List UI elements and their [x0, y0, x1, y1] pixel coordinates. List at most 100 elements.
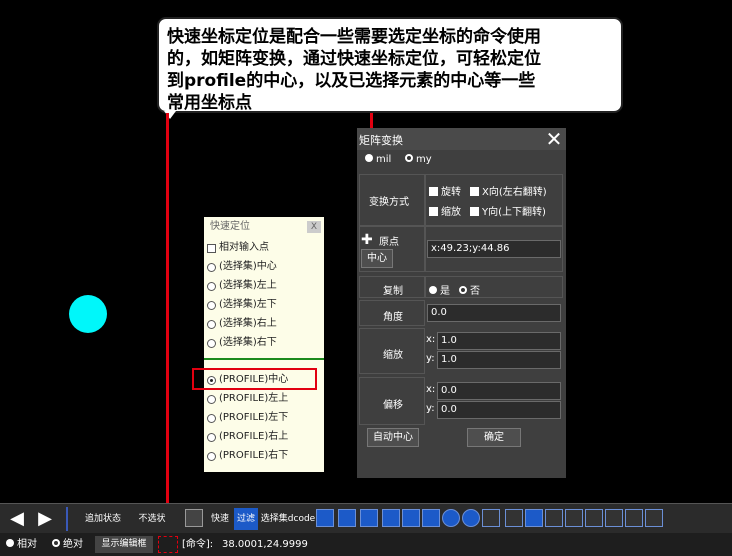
- selection-dcode-button[interactable]: 选择集dcode: [260, 508, 316, 530]
- grid-icon-6[interactable]: [625, 509, 643, 527]
- radio-icon[interactable]: [207, 413, 216, 423]
- confirm-button[interactable]: 确定: [467, 428, 521, 447]
- selection-top-left-option[interactable]: (选择集)左上: [207, 278, 277, 294]
- filter-button[interactable]: 过滤: [234, 508, 258, 530]
- quick-panel-title-text: 快速定位: [210, 221, 250, 232]
- radio-icon[interactable]: [52, 539, 60, 547]
- copy-yes-radio[interactable]: 是: [429, 282, 450, 297]
- circle-tool-icon[interactable]: [338, 509, 356, 527]
- offset-y-input[interactable]: 0.0: [437, 401, 561, 419]
- flip-y-checkbox-row[interactable]: Y向(上下翻转): [470, 203, 546, 218]
- radio-icon[interactable]: [207, 300, 216, 310]
- rotate-checkbox[interactable]: [429, 187, 438, 196]
- offset-x-input[interactable]: 0.0: [437, 382, 561, 400]
- coordinate-readout: 38.0001,24.9999: [222, 539, 308, 550]
- option-label: (选择集)中心: [219, 261, 277, 272]
- radio-selected-icon[interactable]: [6, 539, 14, 547]
- profile-bottom-right-option[interactable]: (PROFILE)右下: [207, 448, 288, 464]
- auto-center-button[interactable]: 自动中心: [367, 428, 419, 447]
- origin-input[interactable]: x:49.23;y:44.86: [427, 240, 561, 258]
- edit-box-icon[interactable]: [158, 536, 178, 553]
- selection-bottom-right-option[interactable]: (选择集)右下: [207, 335, 277, 351]
- copy-no-radio[interactable]: 否: [459, 282, 480, 297]
- radio-icon[interactable]: [459, 286, 467, 294]
- copy-label: 复制: [383, 286, 403, 297]
- flip-y-checkbox[interactable]: [470, 207, 479, 216]
- scale-checkbox[interactable]: [429, 207, 438, 216]
- quick-panel-close-button[interactable]: X: [307, 221, 321, 233]
- scale-checkbox-row[interactable]: 缩放: [429, 203, 461, 218]
- text-tool-icon[interactable]: [402, 509, 420, 527]
- grid-icon[interactable]: [505, 509, 523, 527]
- red-arrow-line-left: [166, 113, 169, 513]
- radio-selected-icon[interactable]: [365, 154, 373, 162]
- line-tool-icon[interactable]: [316, 509, 334, 527]
- radio-icon[interactable]: [207, 262, 216, 272]
- relative-input-checkbox[interactable]: [207, 243, 216, 253]
- grid-select-icon[interactable]: [525, 509, 543, 527]
- fast-button[interactable]: 快速: [208, 508, 232, 530]
- radio-selected-icon[interactable]: [429, 286, 437, 294]
- forward-arrow-icon[interactable]: ▶: [34, 508, 56, 530]
- quick-position-panel: 快速定位 X 相对输入点 (选择集)中心 (选择集)左上 (选择集)左下 (选择…: [204, 217, 324, 472]
- radio-icon[interactable]: [207, 451, 216, 461]
- selection-bottom-left-option[interactable]: (选择集)左下: [207, 297, 277, 313]
- close-icon[interactable]: ✕: [544, 129, 564, 149]
- grid-icon-3[interactable]: [565, 509, 583, 527]
- crosshair-icon[interactable]: ✚: [361, 232, 373, 248]
- selection-center-option[interactable]: (选择集)中心: [207, 259, 277, 275]
- radio-icon[interactable]: [207, 281, 216, 291]
- snap-icon-2[interactable]: [712, 509, 730, 527]
- remove-icon[interactable]: [462, 509, 480, 527]
- radio-icon[interactable]: [405, 154, 413, 162]
- profile-bottom-left-option[interactable]: (PROFILE)左下: [207, 410, 288, 426]
- filter-funnel-icon[interactable]: [482, 509, 500, 527]
- move-tool-icon[interactable]: [422, 509, 440, 527]
- copy-window-icon[interactable]: [185, 509, 203, 527]
- canvas-cyan-circle[interactable]: [69, 295, 107, 333]
- grid-icon-7[interactable]: [645, 509, 663, 527]
- measure-tool-icon[interactable]: [382, 509, 400, 527]
- angle-input[interactable]: 0.0: [427, 304, 561, 322]
- selection-top-right-option[interactable]: (选择集)右上: [207, 316, 277, 332]
- unit-my-radio[interactable]: my: [405, 154, 432, 165]
- show-edit-box-button[interactable]: 显示编辑框: [95, 536, 153, 553]
- flip-x-label: X向(左右翻转): [482, 187, 547, 198]
- add-state-button[interactable]: 追加状态: [72, 508, 134, 530]
- grid-icon-5[interactable]: [605, 509, 623, 527]
- offset-x-prefix: x:: [426, 384, 436, 395]
- not-selected-button[interactable]: 不选状: [134, 508, 170, 530]
- scale-x-input[interactable]: 1.0: [437, 332, 561, 350]
- profile-top-left-option[interactable]: (PROFILE)左上: [207, 391, 288, 407]
- center-button[interactable]: 中心: [361, 249, 393, 268]
- back-arrow-icon[interactable]: ◀: [6, 508, 28, 530]
- arc-tool-icon[interactable]: [360, 509, 378, 527]
- copy-no-label: 否: [470, 286, 480, 297]
- offset-label: 偏移: [383, 400, 403, 411]
- dialog-title: 矩阵变换: [359, 134, 403, 147]
- flip-x-checkbox[interactable]: [470, 187, 479, 196]
- unit-mil-label: mil: [376, 154, 392, 165]
- scale-x-prefix: x:: [426, 334, 436, 345]
- radio-icon[interactable]: [207, 432, 216, 442]
- profile-top-right-option[interactable]: (PROFILE)右上: [207, 429, 288, 445]
- rotate-label: 旋转: [441, 187, 461, 198]
- snap-icon[interactable]: [690, 509, 708, 527]
- diagonal-line-icon[interactable]: [668, 509, 686, 527]
- radio-icon[interactable]: [207, 319, 216, 329]
- grid-icon-4[interactable]: [585, 509, 603, 527]
- radio-icon[interactable]: [207, 338, 216, 348]
- scale-y-input[interactable]: 1.0: [437, 351, 561, 369]
- flip-x-checkbox-row[interactable]: X向(左右翻转): [470, 183, 547, 198]
- dialog-title-bar[interactable]: 矩阵变换 ✕: [357, 128, 566, 150]
- absolute-radio[interactable]: 绝对: [52, 536, 83, 553]
- grid-icon-2[interactable]: [545, 509, 563, 527]
- annotation-callout: 快速坐标定位是配合一些需要选定坐标的命令使用 的，如矩阵变换，通过快速坐标定位，…: [157, 17, 623, 113]
- radio-icon[interactable]: [207, 394, 216, 404]
- rotate-checkbox-row[interactable]: 旋转: [429, 183, 461, 198]
- unit-my-label: my: [416, 154, 432, 165]
- relative-input-checkbox-row[interactable]: 相对输入点: [207, 240, 269, 256]
- unit-mil-radio[interactable]: mil: [365, 154, 391, 165]
- relative-radio[interactable]: 相对: [6, 536, 37, 553]
- add-icon[interactable]: [442, 509, 460, 527]
